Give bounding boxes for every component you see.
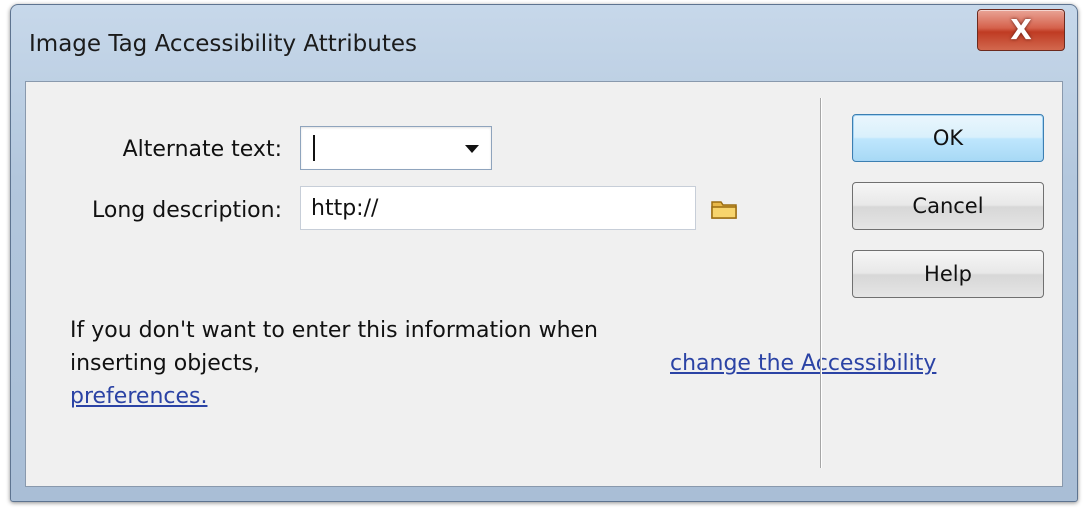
info-message: If you don't want to enter this informat… bbox=[70, 318, 598, 376]
help-button[interactable]: Help bbox=[852, 250, 1044, 298]
folder-icon[interactable] bbox=[710, 196, 740, 222]
long-description-input[interactable] bbox=[300, 186, 696, 230]
divider bbox=[820, 98, 821, 468]
alternate-text-label: Alternate text: bbox=[122, 137, 282, 162]
close-button[interactable]: X bbox=[977, 9, 1065, 51]
cancel-button[interactable]: Cancel bbox=[852, 182, 1044, 230]
dialog-window: Image Tag Accessibility Attributes X Alt… bbox=[10, 4, 1078, 502]
alternate-text-combobox[interactable] bbox=[300, 126, 492, 170]
long-description-label: Long description: bbox=[92, 198, 282, 223]
text-caret bbox=[313, 135, 315, 161]
dialog-content: Alternate text: Long description: If you… bbox=[25, 81, 1063, 487]
info-text: If you don't want to enter this informat… bbox=[70, 314, 1062, 413]
ok-button[interactable]: OK bbox=[852, 114, 1044, 162]
title-bar[interactable]: Image Tag Accessibility Attributes X bbox=[11, 5, 1077, 79]
close-icon: X bbox=[1010, 13, 1032, 46]
dialog-title: Image Tag Accessibility Attributes bbox=[29, 31, 417, 57]
chevron-down-icon[interactable] bbox=[465, 145, 479, 153]
